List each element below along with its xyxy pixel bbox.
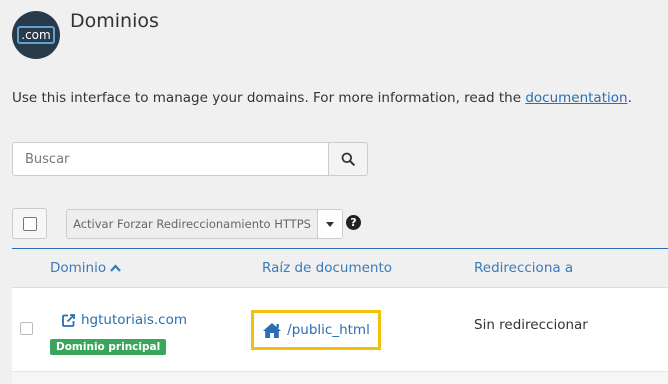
domain-link[interactable]: hgtutoriais.com [62,312,187,328]
table-row: hgtutoriais.com Dominio principal /publi… [12,288,668,372]
help-icon[interactable]: ? [346,215,361,230]
select-all-checkbox-wrapper[interactable] [12,208,47,239]
column-header-redirect[interactable]: Redirecciona a [474,260,573,276]
description-suffix: . [627,90,632,106]
caret-down-icon [326,221,334,227]
search-bar [12,142,368,176]
sort-ascending-icon [110,264,121,272]
documentation-link[interactable]: documentation [525,90,627,106]
domain-name: hgtutoriais.com [81,312,188,328]
table-bottom-strip [12,372,668,384]
domains-app-icon: .com [12,11,60,59]
column-header-document-root[interactable]: Raíz de documento [262,260,392,276]
external-link-icon [62,313,75,327]
force-https-button[interactable]: Activar Forzar Redireccionamiento HTTPS [66,209,318,239]
search-button[interactable] [329,142,368,176]
document-root-path: /public_html [287,322,370,338]
column-header-domain-label: Dominio [50,260,107,276]
row-checkbox[interactable] [20,322,33,335]
select-all-checkbox[interactable] [22,216,37,231]
page-description: Use this interface to manage your domain… [12,90,632,106]
redirect-status: Sin redireccionar [474,317,588,333]
https-redirect-action-group: Activar Forzar Redireccionamiento HTTPS [66,209,343,239]
dot-com-label: .com [17,26,55,44]
search-input[interactable] [12,142,329,176]
column-header-domain[interactable]: Dominio [50,260,121,276]
table-header: Dominio Raíz de documento Redirecciona a [12,248,668,288]
page-title: Dominios [70,10,159,32]
action-dropdown-toggle[interactable] [318,209,343,239]
home-icon [263,322,282,338]
document-root-link[interactable]: /public_html [251,310,381,350]
search-icon [341,152,355,166]
description-text: Use this interface to manage your domain… [12,90,526,106]
primary-domain-badge: Dominio principal [50,339,167,355]
